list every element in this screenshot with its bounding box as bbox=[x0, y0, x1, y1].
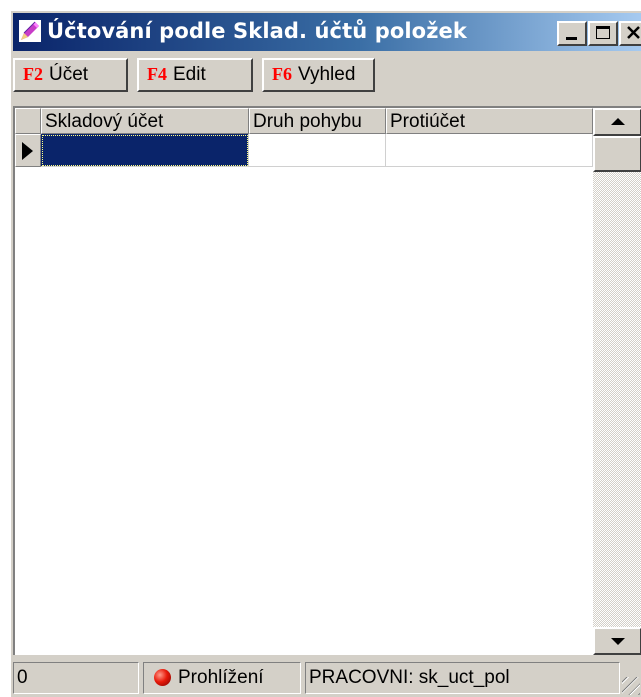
close-button[interactable] bbox=[619, 21, 641, 46]
cell-skladovy-ucet[interactable] bbox=[41, 134, 249, 167]
data-grid[interactable]: Skladový účet Druh pohybu Protiúčet bbox=[13, 106, 641, 655]
column-header-protiucet[interactable]: Protiúčet bbox=[386, 108, 593, 134]
hotkey-label: F6 bbox=[272, 64, 292, 84]
scroll-up-button[interactable] bbox=[593, 108, 641, 136]
row-indicator[interactable] bbox=[15, 134, 41, 167]
hotkey-label: F4 bbox=[147, 64, 167, 84]
account-button[interactable]: F2 Účet bbox=[13, 58, 128, 92]
minimize-icon bbox=[566, 37, 577, 40]
current-row-arrow-icon bbox=[22, 142, 33, 160]
minimize-button[interactable] bbox=[557, 21, 587, 46]
button-label: Edit bbox=[173, 64, 206, 85]
title-bar[interactable]: Účtování podle Sklad. účtů položek bbox=[13, 13, 641, 51]
mode-label: Prohlížení bbox=[178, 667, 264, 688]
mode-panel: Prohlížení bbox=[143, 662, 301, 694]
scroll-down-button[interactable] bbox=[593, 627, 641, 655]
cell-druh-pohybu[interactable] bbox=[249, 134, 386, 167]
search-button[interactable]: F6 Vyhled bbox=[262, 58, 375, 92]
column-header-skladovy-ucet[interactable]: Skladový účet bbox=[41, 108, 249, 134]
hotkey-label: F2 bbox=[23, 64, 43, 84]
toolbar: F2 Účet F4 Edit F6 Vyhled bbox=[13, 54, 641, 98]
arrow-down-icon bbox=[611, 638, 625, 645]
cell-protiucet[interactable] bbox=[386, 134, 593, 167]
pencil-app-icon bbox=[19, 20, 41, 42]
row-header-corner bbox=[15, 108, 41, 134]
scroll-thumb[interactable] bbox=[593, 136, 641, 172]
column-header-druh-pohybu[interactable]: Druh pohybu bbox=[249, 108, 386, 134]
main-window: Účtování podle Sklad. účtů položek F2 Úče… bbox=[10, 10, 641, 697]
vertical-scrollbar[interactable] bbox=[593, 108, 641, 655]
edit-button[interactable]: F4 Edit bbox=[137, 58, 253, 92]
close-icon bbox=[627, 26, 640, 39]
button-label: Vyhled bbox=[298, 64, 356, 85]
status-bar: 0 Prohlížení PRACOVNI: sk_uct_pol bbox=[13, 660, 641, 696]
window-title: Účtování podle Sklad. účtů položek bbox=[47, 19, 467, 43]
arrow-up-icon bbox=[611, 118, 625, 125]
record-count: 0 bbox=[13, 662, 139, 694]
button-label: Účet bbox=[49, 64, 89, 85]
maximize-icon bbox=[596, 26, 610, 39]
record-icon bbox=[154, 669, 171, 686]
maximize-button[interactable] bbox=[588, 21, 618, 46]
resize-grip-icon[interactable] bbox=[622, 677, 640, 695]
context-panel: PRACOVNI: sk_uct_pol bbox=[305, 662, 620, 694]
